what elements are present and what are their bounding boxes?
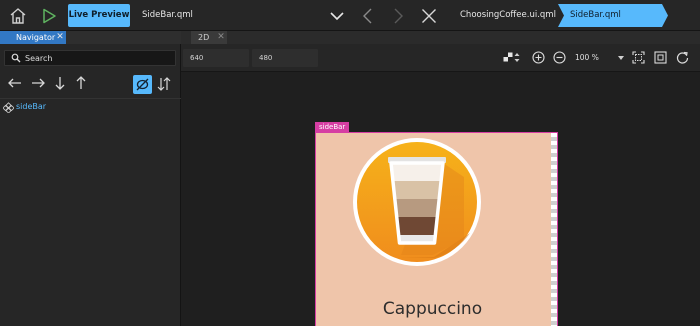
close-icon[interactable]: ✕ xyxy=(55,31,65,44)
editor-tabbar: 2D ✕ xyxy=(181,31,700,44)
arrow-down-icon[interactable] xyxy=(52,75,68,91)
breadcrumb-active-label: SideBar.qml xyxy=(570,10,621,20)
fit-screen-icon[interactable] xyxy=(654,51,667,64)
tree-item-sidebar[interactable]: sideBar xyxy=(0,101,181,113)
zoom-in-icon[interactable] xyxy=(532,51,545,64)
design-canvas[interactable]: sideBar Cappuccino xyxy=(181,73,700,326)
component-icon xyxy=(3,102,14,113)
tab-navigator[interactable]: Navigator ✕ xyxy=(0,31,66,44)
zoom-level-value: 100 % xyxy=(575,53,599,62)
canvas-width-field[interactable]: 640 xyxy=(183,49,249,67)
navigator-panel: Navigator ✕ sideBar xyxy=(0,31,181,326)
run-project-icon[interactable] xyxy=(40,7,58,25)
navigator-search xyxy=(4,50,176,66)
live-preview-button[interactable]: Live Preview xyxy=(68,4,130,27)
tree-item-label: sideBar xyxy=(16,102,47,111)
arrow-right-icon[interactable] xyxy=(30,75,46,91)
coffee-cup-icon[interactable] xyxy=(352,137,482,267)
zoom-out-icon[interactable] xyxy=(553,51,566,64)
close-icon[interactable]: ✕ xyxy=(216,31,226,44)
sidebar-component[interactable]: Cappuccino xyxy=(315,132,558,326)
navigator-tabbar: Navigator ✕ xyxy=(0,31,181,44)
coffee-name-label: Cappuccino xyxy=(382,299,483,319)
tab-2d-label: 2D xyxy=(198,33,210,42)
tab-2d[interactable]: 2D ✕ xyxy=(191,31,227,44)
zoom-level-select[interactable]: 100 % xyxy=(571,50,625,66)
current-file-selector[interactable]: SideBar.qml xyxy=(142,0,193,31)
editor-toolbar: 640 480 100 % xyxy=(181,44,700,72)
chevron-down-icon[interactable] xyxy=(328,8,346,24)
breadcrumb-active-file[interactable]: SideBar.qml xyxy=(558,4,668,27)
close-document-icon[interactable] xyxy=(420,7,438,25)
forward-icon[interactable] xyxy=(390,7,406,25)
canvas-height-field[interactable]: 480 xyxy=(252,49,318,67)
fit-selection-icon[interactable] xyxy=(632,51,645,64)
editor-area: 2D ✕ 640 480 100 % sideBar Cappuccino xyxy=(181,31,700,326)
filter-visibility-icon[interactable] xyxy=(133,75,152,94)
spin-arrows-icon[interactable] xyxy=(514,52,520,63)
tab-navigator-label: Navigator xyxy=(16,33,56,42)
sort-order-icon[interactable] xyxy=(156,76,172,92)
search-input[interactable] xyxy=(25,51,173,65)
arrow-up-icon[interactable] xyxy=(73,75,89,91)
back-icon[interactable] xyxy=(360,7,376,25)
divider xyxy=(0,98,181,99)
breadcrumb-ui-file[interactable]: ChoosingCoffee.ui.qml xyxy=(460,0,556,31)
snap-icon[interactable] xyxy=(503,52,513,62)
home-icon[interactable] xyxy=(8,7,28,25)
chevron-down-icon[interactable] xyxy=(618,56,624,60)
component-label[interactable]: sideBar xyxy=(315,122,350,132)
main-toolbar: Live Preview SideBar.qml ChoosingCoffee.… xyxy=(0,0,700,31)
arrow-left-icon[interactable] xyxy=(7,75,23,91)
search-icon xyxy=(11,53,21,63)
reset-view-icon[interactable] xyxy=(676,51,689,64)
sidebar-edge-stripe xyxy=(551,133,557,326)
